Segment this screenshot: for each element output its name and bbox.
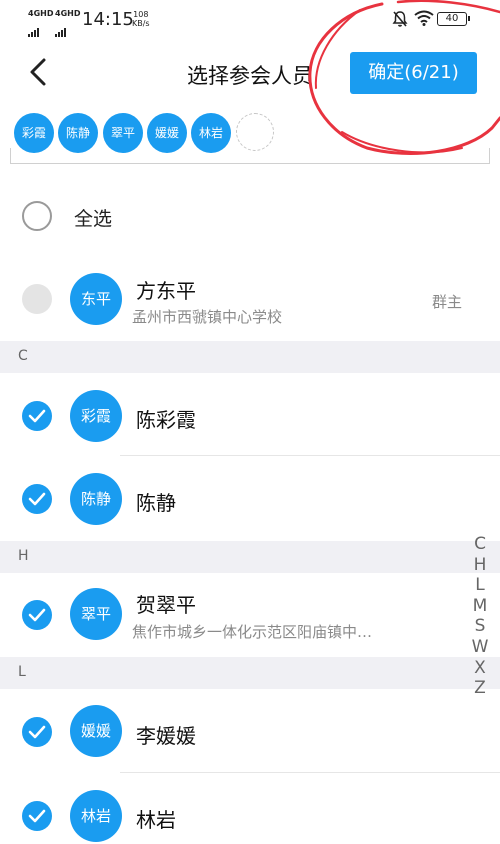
member-row[interactable]: 彩霞 陈彩霞 [0, 373, 500, 456]
add-member-placeholder[interactable] [236, 113, 274, 151]
battery-indicator: 40 [437, 12, 470, 26]
avatar: 林岩 [70, 790, 122, 842]
index-letter[interactable]: L [468, 575, 492, 596]
checkmark-icon [28, 608, 46, 622]
confirm-button[interactable]: 确定(6/21) [350, 52, 477, 94]
signal-icon [55, 18, 67, 37]
avatar: 东平 [70, 273, 122, 325]
checkmark-icon [28, 492, 46, 506]
section-header-c: C [0, 341, 500, 373]
alphabet-index[interactable]: C H L M S W X Z [468, 534, 492, 699]
member-checkbox-disabled [22, 284, 52, 314]
avatar: 翠平 [70, 588, 122, 640]
avatar: 媛媛 [70, 705, 122, 757]
divider [10, 163, 490, 164]
avatar: 陈静 [70, 473, 122, 525]
network-sup-2: HD [67, 9, 81, 18]
member-row[interactable]: 翠平 贺翠平 焦作市城乡一体化示范区阳庙镇中… [0, 573, 500, 656]
member-name: 贺翠平 [136, 593, 196, 617]
section-letter: H [18, 548, 29, 564]
network-sup-1: HD [40, 9, 54, 18]
member-checkbox-checked[interactable] [22, 401, 52, 431]
member-name: 方东平 [136, 279, 196, 303]
member-checkbox-checked[interactable] [22, 484, 52, 514]
divider [10, 148, 11, 164]
select-all-label: 全选 [74, 208, 113, 230]
clock: 14:15 [82, 9, 134, 30]
speed-value: 108 [133, 10, 149, 19]
member-org: 孟州市西虢镇中心学校 [132, 308, 283, 326]
top-nav: 选择参会人员 确定(6/21) [0, 40, 500, 104]
signal-icon [28, 18, 40, 37]
index-letter[interactable]: S [468, 616, 492, 637]
index-letter[interactable]: W [468, 637, 492, 658]
index-letter[interactable]: M [468, 596, 492, 617]
member-row-owner[interactable]: 东平 方东平 孟州市西虢镇中心学校 群主 [0, 260, 500, 340]
member-org: 焦作市城乡一体化示范区阳庙镇中… [132, 623, 373, 641]
index-letter[interactable]: X [468, 658, 492, 679]
network-indicator-1: 4GHD [28, 9, 53, 18]
select-all-row[interactable]: 全选 [0, 175, 500, 255]
selected-chip[interactable]: 翠平 [103, 113, 143, 153]
avatar: 彩霞 [70, 390, 122, 442]
network-speed: 108 KB/s [132, 10, 150, 28]
checkmark-icon [28, 409, 46, 423]
member-row[interactable]: 陈静 陈静 [0, 457, 500, 541]
network-indicator-2: 4GHD [55, 9, 80, 18]
selected-chip[interactable]: 媛媛 [147, 113, 187, 153]
divider [120, 772, 500, 773]
member-name: 李媛媛 [136, 724, 196, 748]
checkmark-icon [28, 725, 46, 739]
network-type-1: 4G [28, 9, 41, 18]
selected-members-bar: 彩霞 陈静 翠平 媛媛 林岩 [0, 104, 500, 166]
wifi-icon [414, 10, 434, 26]
member-checkbox-checked[interactable] [22, 801, 52, 831]
member-row[interactable]: 林岩 林岩 [0, 774, 500, 844]
section-letter: C [18, 348, 28, 364]
member-name: 林岩 [136, 808, 176, 832]
selected-chip[interactable]: 陈静 [58, 113, 98, 153]
section-header-l: L [0, 657, 500, 689]
select-all-checkbox[interactable] [22, 201, 52, 231]
member-checkbox-checked[interactable] [22, 717, 52, 747]
network-type-2: 4G [55, 9, 68, 18]
divider [120, 455, 500, 456]
member-name: 陈静 [136, 491, 176, 515]
speed-unit: KB/s [132, 19, 150, 28]
index-letter[interactable]: C [468, 534, 492, 555]
member-name: 陈彩霞 [136, 408, 196, 432]
index-letter[interactable]: H [468, 555, 492, 576]
section-header-h: H [0, 541, 500, 573]
owner-role-label: 群主 [432, 293, 463, 311]
selected-chip[interactable]: 林岩 [191, 113, 231, 153]
status-bar: 4GHD 4GHD 14:15 108 KB/s 40 [0, 0, 500, 40]
section-letter: L [18, 664, 26, 680]
selected-chip[interactable]: 彩霞 [14, 113, 54, 153]
checkmark-icon [28, 809, 46, 823]
member-checkbox-checked[interactable] [22, 600, 52, 630]
member-row[interactable]: 媛媛 李媛媛 [0, 689, 500, 773]
bell-off-icon [392, 11, 408, 27]
index-letter[interactable]: Z [468, 678, 492, 699]
divider [489, 148, 490, 164]
